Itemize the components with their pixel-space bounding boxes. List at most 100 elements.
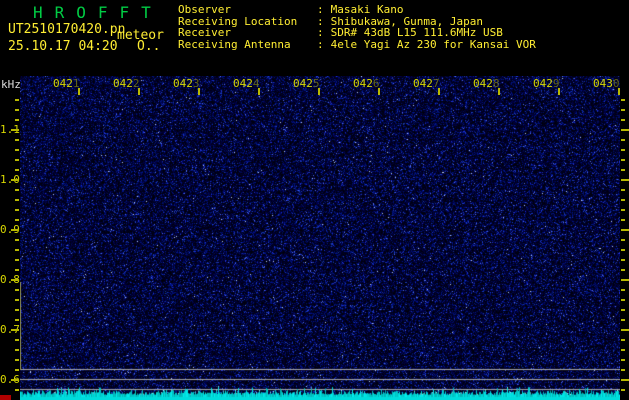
freq-minor-tick-right [621,109,625,111]
freq-minor-tick-right [621,369,625,371]
freq-major-tick-left [11,229,19,231]
freq-minor-tick-left [15,319,19,321]
time-tick-label: 0424 [233,78,260,89]
freq-minor-tick-right [621,359,625,361]
info-sep: : [317,38,324,51]
time-tick-label-last-digit: 6 [372,77,380,90]
time-tick-label-last-digit: 9 [552,77,560,90]
freq-minor-tick-left [15,99,19,101]
freq-minor-tick-right [621,309,625,311]
freq-minor-tick-right [621,219,625,221]
time-tick-label-prefix: 042 [353,77,373,90]
time-tick-label-prefix: 043 [593,77,613,90]
info-value: : Masaki Kano [317,4,403,15]
freq-minor-tick-left [15,239,19,241]
time-tick-label-last-digit: 8 [492,77,500,90]
freq-major-tick-right [621,379,629,381]
freq-minor-tick-right [621,149,625,151]
freq-major-tick-left [11,279,19,281]
time-tick-label-last-digit: 2 [132,77,140,90]
capture-datetime: 25.10.17 04:20 [8,39,118,54]
freq-minor-tick-right [621,319,625,321]
freq-minor-tick-right [621,209,625,211]
freq-minor-tick-right [621,139,625,141]
freq-minor-tick-right [621,189,625,191]
hrofft-screen: HROFFT UT2510170420.pn meteor 25.10.17 0… [0,0,629,400]
freq-major-tick-left [11,379,19,381]
time-tick-label: 0429 [533,78,560,89]
time-tick-label: 0430 [593,78,620,89]
freq-minor-tick-left [15,109,19,111]
time-tick-label-last-digit: 3 [192,77,200,90]
freq-minor-tick-left [15,389,19,391]
freq-minor-tick-right [621,289,625,291]
time-tick-label-last-digit: 0 [612,77,620,90]
time-tick-label-last-digit: 1 [72,77,80,90]
time-tick-label-prefix: 042 [233,77,253,90]
time-tick-label: 0421 [53,78,80,89]
time-tick-label-prefix: 042 [533,77,553,90]
time-tick-label: 0423 [173,78,200,89]
freq-minor-tick-left [15,139,19,141]
freq-minor-tick-left [15,189,19,191]
time-tick-label-prefix: 042 [113,77,133,90]
freq-minor-tick-left [15,359,19,361]
freq-minor-tick-left [15,309,19,311]
freq-minor-tick-left [15,169,19,171]
freq-minor-tick-right [621,239,625,241]
info-value: :4ele Yagi Az 230 for Kansai VOR [317,39,536,50]
freq-minor-tick-left [15,299,19,301]
freq-minor-tick-right [621,99,625,101]
time-tick-label: 0425 [293,78,320,89]
freq-minor-tick-left [15,149,19,151]
spectrogram-canvas [20,76,620,400]
time-tick-label-prefix: 042 [53,77,73,90]
freq-minor-tick-left [15,199,19,201]
freq-major-tick-left [11,179,19,181]
info-label: Observer [178,3,231,16]
freq-major-tick-left [11,329,19,331]
freq-minor-tick-left [15,349,19,351]
freq-minor-tick-left [15,219,19,221]
freq-minor-tick-right [621,389,625,391]
freq-minor-tick-left [15,289,19,291]
freq-minor-tick-right [621,119,625,121]
time-tick-label-last-digit: 5 [312,77,320,90]
time-tick-label-last-digit: 7 [432,77,440,90]
freq-major-tick-right [621,129,629,131]
freq-major-tick-right [621,229,629,231]
freq-minor-tick-right [621,339,625,341]
time-tick-label: 0422 [113,78,140,89]
freq-minor-tick-right [621,269,625,271]
time-tick-label-prefix: 042 [413,77,433,90]
info-label: Receiving Antenna [178,38,291,51]
time-tick-label-prefix: 042 [473,77,493,90]
freq-major-tick-right [621,279,629,281]
time-tick-label: 0428 [473,78,500,89]
freq-minor-tick-left [15,269,19,271]
app-title: HROFFT [33,3,163,22]
time-tick-label-prefix: 042 [293,77,313,90]
freq-minor-tick-right [621,349,625,351]
freq-major-tick-right [621,329,629,331]
freq-minor-tick-left [15,249,19,251]
freq-minor-tick-right [621,299,625,301]
capture-filename: UT2510170420.pn [8,22,126,37]
freq-minor-tick-right [621,259,625,261]
freq-minor-tick-right [621,169,625,171]
info-label: Receiver [178,26,231,39]
freq-minor-tick-right [621,249,625,251]
freq-axis-unit-label: kHz [1,78,21,91]
time-tick-label: 0427 [413,78,440,89]
time-tick-label-last-digit: 4 [252,77,260,90]
freq-minor-tick-left [15,209,19,211]
info-value: : SDR# 43dB L15 111.6MHz USB [317,27,503,38]
time-tick-label-prefix: 042 [173,77,193,90]
freq-minor-tick-left [15,159,19,161]
freq-minor-tick-left [15,259,19,261]
freq-minor-tick-left [15,339,19,341]
freq-minor-tick-right [621,159,625,161]
info-value-text: 4ele Yagi Az 230 for Kansai VOR [330,38,536,51]
freq-minor-tick-left [15,119,19,121]
red-marker [0,395,11,400]
